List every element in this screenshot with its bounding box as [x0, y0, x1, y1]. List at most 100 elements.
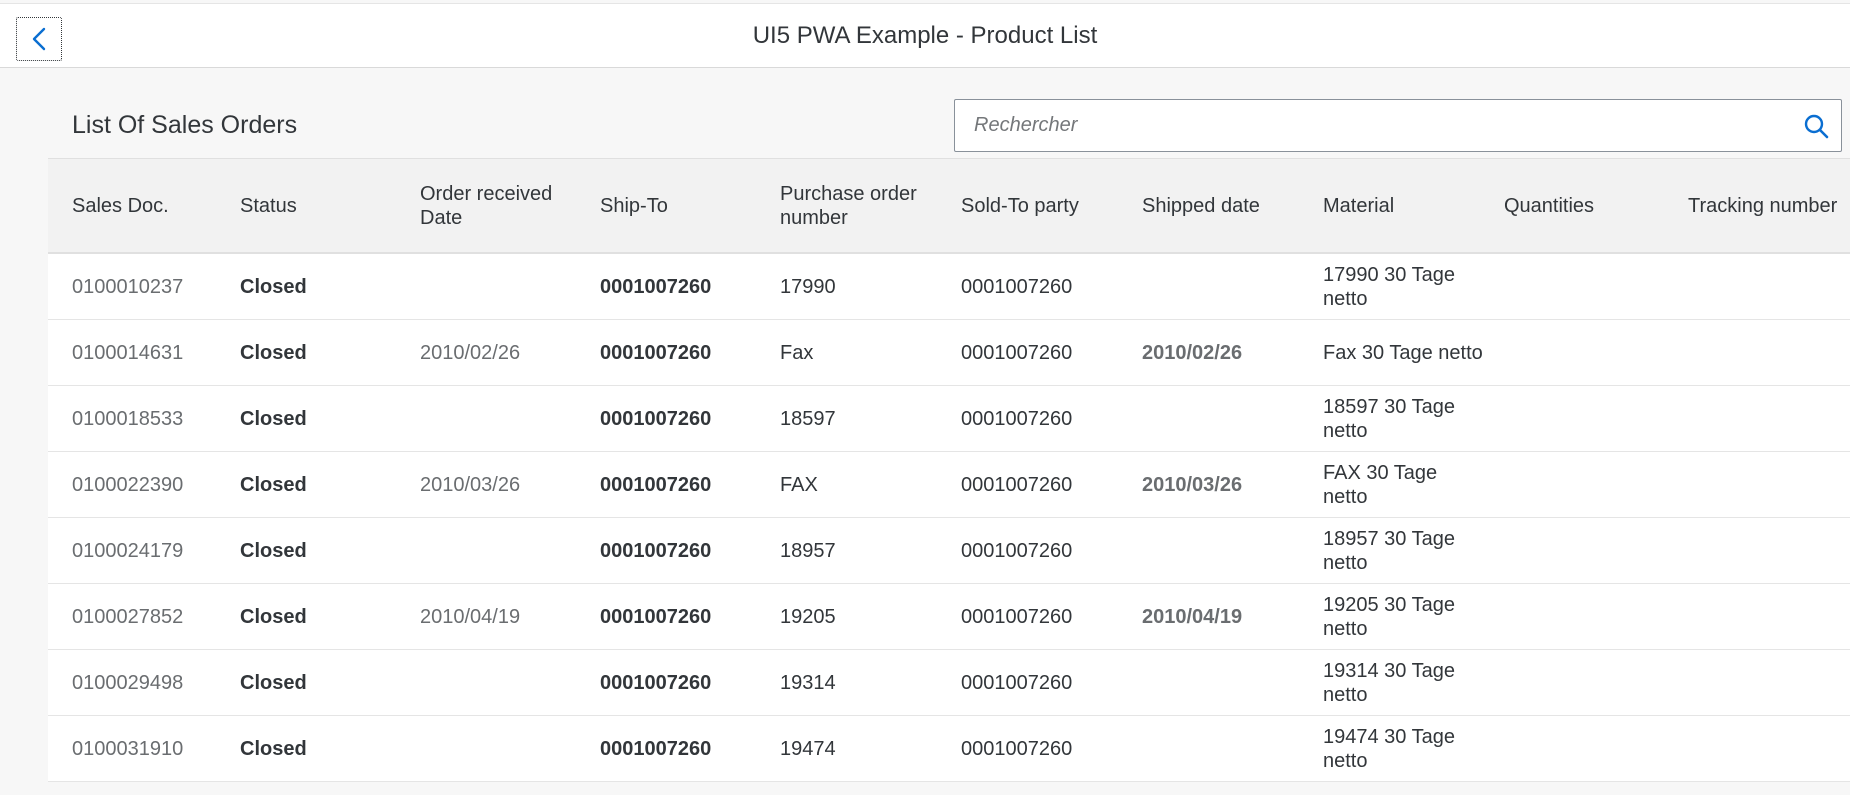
app-title: UI5 PWA Example - Product List	[752, 22, 1098, 49]
quantities-cell	[1504, 452, 1674, 517]
column-header-quantities[interactable]: Quantities	[1504, 159, 1674, 253]
ship-to-cell: 0001007260	[600, 341, 712, 364]
sold-to-cell: 0001007260	[961, 671, 1073, 694]
column-header-purchase-order-number[interactable]: Purchase order number	[780, 159, 950, 253]
ship-to-cell: 0001007260	[600, 737, 712, 760]
status-cell: Closed	[240, 671, 307, 694]
table-toolbar: List Of Sales Orders	[48, 81, 1850, 158]
material-cell: FAX 30 Tage netto	[1323, 461, 1438, 508]
status-cell: Closed	[240, 407, 307, 430]
sold-to-cell: 0001007260	[961, 605, 1073, 628]
column-header-ship-to[interactable]: Ship-To	[600, 159, 770, 253]
shipped-date-cell: 2010/03/26	[1142, 473, 1243, 496]
sold-to-cell: 0001007260	[961, 539, 1073, 562]
order-date-cell	[420, 386, 590, 451]
search-input[interactable]	[955, 100, 1775, 151]
tracking-cell	[1688, 386, 1850, 451]
tracking-cell	[1688, 716, 1850, 781]
sales-orders-page: List Of Sales Orders Sales Doc. Status O…	[48, 81, 1850, 795]
order-date-cell	[420, 716, 590, 781]
column-header-shipped-date[interactable]: Shipped date	[1142, 159, 1312, 253]
column-header-order-received-date[interactable]: Order received Date	[420, 159, 590, 253]
column-header-status[interactable]: Status	[240, 159, 410, 253]
ship-to-cell: 0001007260	[600, 473, 712, 496]
table-row[interactable]: 0100024179 Closed 0001007260 18957 00010…	[48, 518, 1850, 584]
column-header-sold-to-party[interactable]: Sold-To party	[961, 159, 1131, 253]
material-cell: 18597 30 Tage netto	[1323, 395, 1455, 442]
sales-orders-table: Sales Doc. Status Order received Date Sh…	[48, 158, 1850, 782]
material-cell: 17990 30 Tage netto	[1323, 263, 1455, 310]
sold-to-cell: 0001007260	[961, 473, 1073, 496]
status-cell: Closed	[240, 473, 307, 496]
table-row[interactable]: 0100027852 Closed 2010/04/19 0001007260 …	[48, 584, 1850, 650]
shell-header: UI5 PWA Example - Product List	[0, 3, 1850, 68]
search-field[interactable]	[954, 99, 1842, 152]
sales-doc-cell: 0100027852	[72, 605, 184, 628]
tracking-cell	[1688, 650, 1850, 715]
status-cell: Closed	[240, 605, 307, 628]
order-date-cell	[420, 254, 590, 319]
tracking-cell	[1688, 584, 1850, 649]
table-row[interactable]: 0100014631 Closed 2010/02/26 0001007260 …	[48, 320, 1850, 386]
shipped-date-cell	[1142, 518, 1312, 583]
column-header-tracking-number[interactable]: Tracking number	[1688, 159, 1850, 253]
order-date-cell	[420, 650, 590, 715]
search-icon[interactable]	[1803, 113, 1829, 139]
tracking-cell	[1688, 320, 1850, 385]
table-header: Sales Doc. Status Order received Date Sh…	[48, 158, 1850, 254]
quantities-cell	[1504, 716, 1674, 781]
table-row[interactable]: 0100010237 Closed 0001007260 17990 00010…	[48, 254, 1850, 320]
shipped-date-cell	[1142, 386, 1312, 451]
ship-to-cell: 0001007260	[600, 539, 712, 562]
po-number-cell: 18957	[780, 539, 836, 562]
sold-to-cell: 0001007260	[961, 275, 1073, 298]
shipped-date-cell: 2010/02/26	[1142, 341, 1243, 364]
po-number-cell: FAX	[780, 473, 818, 496]
po-number-cell: 19205	[780, 605, 836, 628]
column-header-sales-doc[interactable]: Sales Doc.	[72, 159, 232, 253]
quantities-cell	[1504, 320, 1674, 385]
quantities-cell	[1504, 650, 1674, 715]
ship-to-cell: 0001007260	[600, 407, 712, 430]
quantities-cell	[1504, 254, 1674, 319]
sales-doc-cell: 0100014631	[72, 341, 184, 364]
order-date-cell	[420, 518, 590, 583]
sales-doc-cell: 0100029498	[72, 671, 184, 694]
material-cell: Fax 30 Tage netto	[1323, 341, 1483, 364]
material-cell: 19474 30 Tage netto	[1323, 725, 1455, 772]
quantities-cell	[1504, 518, 1674, 583]
material-cell: 18957 30 Tage netto	[1323, 527, 1455, 574]
sales-doc-cell: 0100018533	[72, 407, 184, 430]
po-number-cell: Fax	[780, 341, 814, 364]
status-cell: Closed	[240, 737, 307, 760]
po-number-cell: 18597	[780, 407, 836, 430]
sold-to-cell: 0001007260	[961, 341, 1073, 364]
tracking-cell	[1688, 254, 1850, 319]
ship-to-cell: 0001007260	[600, 671, 712, 694]
table-row[interactable]: 0100031910 Closed 0001007260 19474 00010…	[48, 716, 1850, 782]
tracking-cell	[1688, 452, 1850, 517]
column-header-material[interactable]: Material	[1323, 159, 1483, 253]
quantities-cell	[1504, 584, 1674, 649]
po-number-cell: 19314	[780, 671, 836, 694]
sales-doc-cell: 0100031910	[72, 737, 184, 760]
order-date-cell: 2010/03/26	[420, 473, 521, 496]
quantities-cell	[1504, 386, 1674, 451]
sold-to-cell: 0001007260	[961, 407, 1073, 430]
ship-to-cell: 0001007260	[600, 605, 712, 628]
ship-to-cell: 0001007260	[600, 275, 712, 298]
sales-doc-cell: 0100024179	[72, 539, 184, 562]
shipped-date-cell	[1142, 650, 1312, 715]
sold-to-cell: 0001007260	[961, 737, 1073, 760]
order-date-cell: 2010/02/26	[420, 341, 521, 364]
table-row[interactable]: 0100022390 Closed 2010/03/26 0001007260 …	[48, 452, 1850, 518]
tracking-cell	[1688, 518, 1850, 583]
order-date-cell: 2010/04/19	[420, 605, 521, 628]
sales-doc-cell: 0100010237	[72, 275, 184, 298]
sales-doc-cell: 0100022390	[72, 473, 184, 496]
shipped-date-cell	[1142, 716, 1312, 781]
table-row[interactable]: 0100018533 Closed 0001007260 18597 00010…	[48, 386, 1850, 452]
list-title: List Of Sales Orders	[72, 111, 298, 139]
table-row[interactable]: 0100029498 Closed 0001007260 19314 00010…	[48, 650, 1850, 716]
status-cell: Closed	[240, 539, 307, 562]
